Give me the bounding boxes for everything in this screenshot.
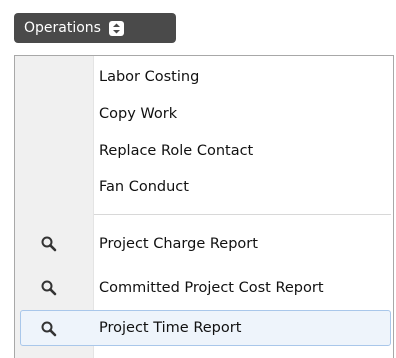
menu-item-label: Fan Conduct	[99, 179, 189, 195]
menu-item-fan-conduct[interactable]: Fan Conduct	[16, 169, 392, 205]
menu-item-replace-role-contact[interactable]: Replace Role Contact	[16, 133, 392, 169]
menu-item-project-time-report[interactable]: Project Time Report	[20, 310, 391, 346]
menu-item-project-charge-report[interactable]: Project Charge Report	[16, 226, 392, 262]
search-icon	[40, 320, 58, 338]
menu-item-label: Replace Role Contact	[99, 143, 254, 159]
search-icon	[40, 279, 58, 297]
search-icon	[40, 235, 58, 253]
operations-button[interactable]: Operations	[14, 13, 176, 43]
menu-item-label: Project Time Report	[99, 320, 242, 336]
up-down-chevron-icon	[108, 20, 124, 36]
operations-menu: Labor Costing Copy Work Replace Role Con…	[14, 55, 394, 358]
menu-item-committed-project-cost-report[interactable]: Committed Project Cost Report	[16, 270, 392, 306]
menu-item-label: Copy Work	[99, 106, 178, 122]
menu-border	[393, 56, 394, 358]
menu-item-label: Labor Costing	[99, 69, 200, 85]
menu-item-label: Committed Project Cost Report	[99, 280, 324, 296]
menu-item-labor-costing[interactable]: Labor Costing	[16, 59, 392, 95]
menu-separator	[94, 214, 391, 215]
menu-item-copy-work[interactable]: Copy Work	[16, 96, 392, 132]
menu-item-label: Project Charge Report	[99, 236, 258, 252]
operations-button-label: Operations	[24, 20, 101, 36]
